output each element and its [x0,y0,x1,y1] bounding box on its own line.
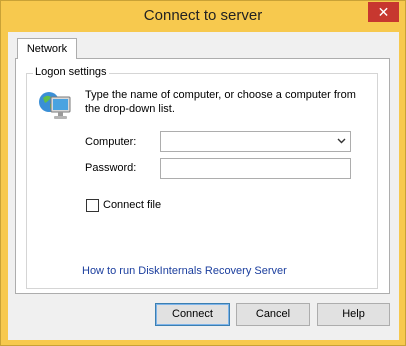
instructions-text: Type the name of computer, or choose a c… [85,89,356,115]
network-tab-panel: Logon settings Type the name of computer… [15,58,390,294]
connect-button[interactable]: Connect [155,303,230,326]
tab-network[interactable]: Network [17,38,77,59]
computer-label: Computer: [85,136,137,148]
connect-file-label[interactable]: Connect file [103,199,161,211]
connect-to-server-window: Connect to server ✕ Network Logon settin… [0,0,406,346]
logon-settings-title: Logon settings [33,66,109,78]
computer-combobox[interactable] [160,131,351,152]
network-computer-icon [39,92,71,119]
how-to-run-server-link[interactable]: How to run DiskInternals Recovery Server [82,265,287,277]
close-button[interactable]: ✕ [368,2,399,22]
title-bar[interactable]: Connect to server ✕ [1,1,405,31]
password-label: Password: [85,162,137,174]
help-button[interactable]: Help [317,303,390,326]
cancel-button[interactable]: Cancel [236,303,310,326]
connect-file-checkbox[interactable] [86,199,99,212]
window-title: Connect to server [143,7,263,24]
logon-settings-group: Logon settings Type the name of computer… [26,66,378,289]
chevron-down-icon[interactable] [334,132,348,151]
password-field[interactable] [160,158,351,179]
dialog-client-area: Network Logon settings Type the name of … [8,32,399,340]
